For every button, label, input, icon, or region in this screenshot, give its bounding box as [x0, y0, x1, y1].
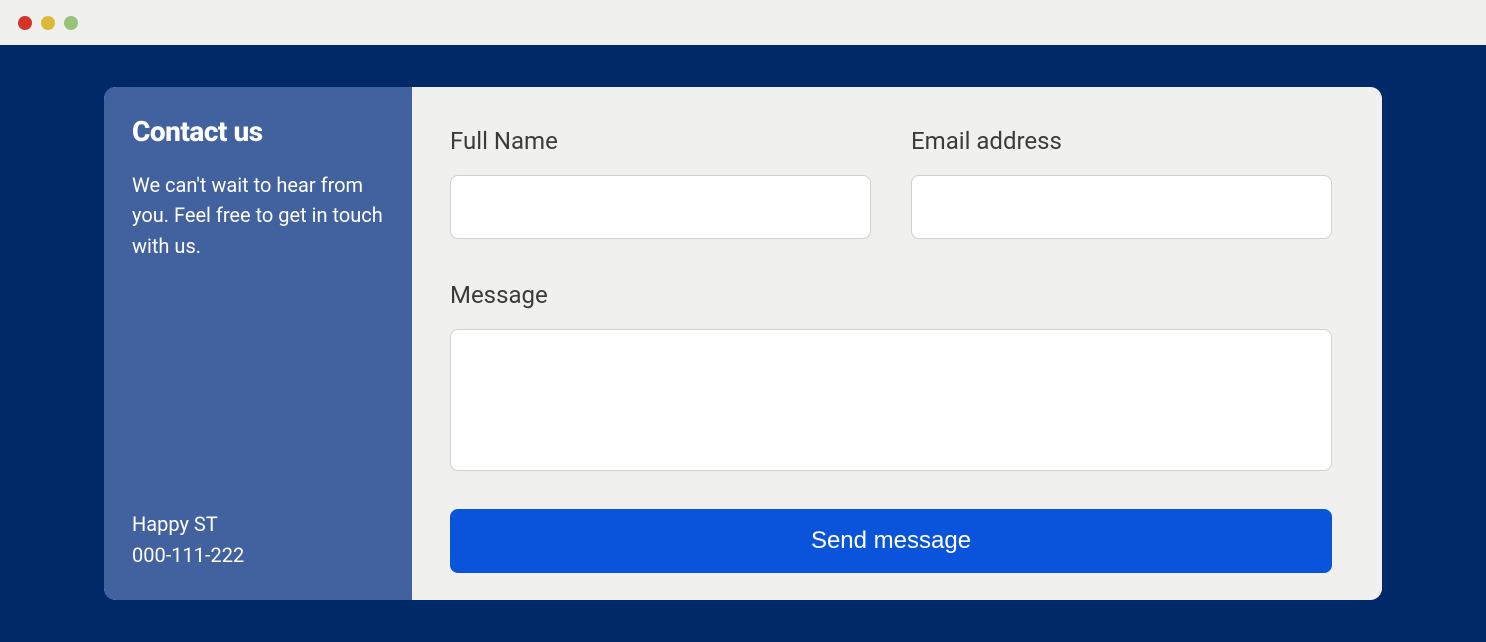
page-background: Contact us We can't wait to hear from yo… [0, 45, 1486, 642]
full-name-input[interactable] [450, 175, 871, 239]
email-input[interactable] [911, 175, 1332, 239]
message-input[interactable] [450, 329, 1332, 471]
sidebar-top: Contact us We can't wait to hear from yo… [132, 115, 386, 261]
contact-form: Full Name Email address Message Send mes… [412, 87, 1382, 600]
sidebar-description: We can't wait to hear from you. Feel fre… [132, 170, 386, 261]
sidebar-phone: 000-111-222 [132, 540, 386, 570]
window-close-button[interactable] [18, 16, 32, 30]
form-row-top: Full Name Email address [450, 127, 1332, 239]
send-message-button[interactable]: Send message [450, 509, 1332, 573]
window-titlebar [0, 0, 1486, 45]
sidebar-title: Contact us [132, 115, 386, 148]
sidebar-address: Happy ST [132, 509, 386, 539]
contact-card: Contact us We can't wait to hear from yo… [104, 87, 1382, 600]
window-maximize-button[interactable] [64, 16, 78, 30]
form-group-full-name: Full Name [450, 127, 871, 239]
window-minimize-button[interactable] [41, 16, 55, 30]
form-group-message: Message [450, 281, 1332, 471]
sidebar-contact-info: Happy ST 000-111-222 [132, 509, 386, 570]
contact-sidebar: Contact us We can't wait to hear from yo… [104, 87, 412, 600]
full-name-label: Full Name [450, 127, 871, 155]
form-group-email: Email address [911, 127, 1332, 239]
message-label: Message [450, 281, 1332, 309]
email-label: Email address [911, 127, 1332, 155]
